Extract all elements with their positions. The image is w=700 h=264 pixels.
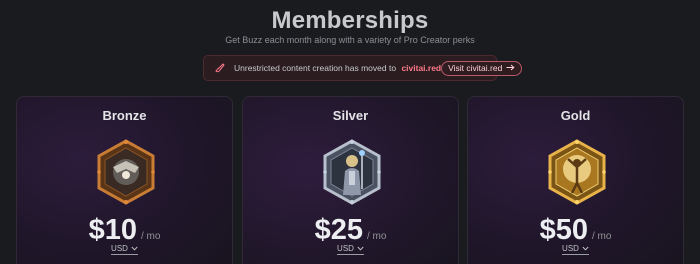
chevron-down-icon	[357, 244, 364, 253]
tier-name: Gold	[560, 108, 591, 123]
tier-price: $10	[88, 214, 137, 246]
migration-banner: Unrestricted content creation has moved …	[203, 55, 523, 81]
tier-card-bronze[interactable]: Bronze $10 / mo USD	[16, 96, 233, 264]
tier-name: Bronze	[102, 108, 147, 123]
tier-card-silver[interactable]: Silver $25 / mo USD	[242, 96, 459, 264]
visit-button-label: Visit civitai.red	[448, 63, 503, 73]
page-title: Memberships	[271, 7, 429, 34]
page-subtitle: Get Buzz each month along with a variety…	[225, 35, 475, 45]
tier-card-gold[interactable]: Gold $50 / mo USD	[467, 96, 684, 264]
currency-label: USD	[111, 244, 128, 253]
arrow-right-icon	[506, 63, 515, 73]
bronze-badge-icon	[97, 139, 155, 205]
currency-label: USD	[562, 244, 579, 253]
banner-text: Unrestricted content creation has moved …	[234, 63, 441, 73]
price-row: $25 / mo	[243, 214, 458, 247]
currency-select[interactable]: USD	[111, 244, 138, 255]
currency-select[interactable]: USD	[337, 244, 364, 255]
silver-badge-icon	[323, 139, 381, 205]
banner-message: Unrestricted content creation has moved …	[234, 63, 397, 73]
banner-link[interactable]: civitai.red	[401, 63, 441, 73]
currency-label: USD	[337, 244, 354, 253]
price-row: $50 / mo	[468, 214, 683, 247]
currency-select[interactable]: USD	[562, 244, 589, 255]
tier-price: $25	[314, 214, 363, 246]
chevron-down-icon	[582, 244, 589, 253]
brush-icon	[214, 61, 226, 75]
visit-civitai-red-button[interactable]: Visit civitai.red	[441, 60, 523, 76]
tier-period: / mo	[366, 231, 387, 242]
chevron-down-icon	[131, 244, 138, 253]
price-row: $10 / mo	[17, 214, 232, 247]
tier-period: / mo	[140, 231, 161, 242]
gold-badge-icon	[548, 139, 606, 205]
tier-period: / mo	[591, 231, 612, 242]
memberships-page: Memberships Get Buzz each month along wi…	[0, 0, 700, 264]
tier-price: $50	[539, 214, 588, 246]
tier-name: Silver	[332, 108, 369, 123]
